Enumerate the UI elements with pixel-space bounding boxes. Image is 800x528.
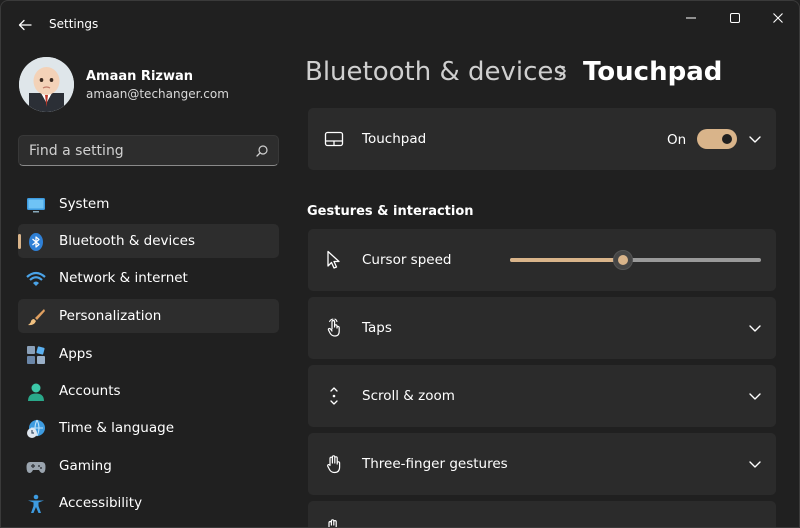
selected-indicator <box>18 234 21 249</box>
touchpad-icon <box>324 131 344 147</box>
slider-thumb[interactable] <box>612 250 633 270</box>
toggle-knob <box>722 134 732 144</box>
page-title: Touchpad <box>583 57 723 87</box>
chevron-right-icon <box>559 65 566 77</box>
taps-card[interactable]: Taps <box>308 297 776 359</box>
accounts-icon <box>28 383 44 401</box>
back-button[interactable] <box>11 11 39 39</box>
sidebar-item-label: System <box>59 196 110 212</box>
accessibility-icon <box>28 494 44 513</box>
sidebar-item-personalization[interactable]: Personalization <box>18 299 279 333</box>
sidebar-item-apps[interactable]: Apps <box>18 337 279 371</box>
app-title: Settings <box>49 17 99 31</box>
time-language-icon <box>27 419 45 438</box>
search-placeholder: Find a setting <box>29 143 124 159</box>
hand-icon <box>328 519 337 527</box>
sidebar-item-accounts[interactable]: Accounts <box>18 374 279 408</box>
close-button[interactable] <box>758 7 798 29</box>
touchpad-toggle[interactable] <box>697 129 737 149</box>
scroll-zoom-label: Scroll & zoom <box>362 388 455 404</box>
scroll-icon <box>330 387 338 405</box>
brush-icon <box>28 309 45 326</box>
touchpad-card[interactable]: Touchpad On <box>308 108 776 170</box>
search-icon[interactable] <box>255 144 269 158</box>
chevron-down-icon[interactable] <box>748 389 762 403</box>
touchpad-label: Touchpad <box>362 131 427 147</box>
gamepad-icon <box>26 462 46 473</box>
back-arrow-icon <box>18 19 32 31</box>
sidebar-item-label: Network & internet <box>59 270 188 286</box>
bluetooth-icon <box>29 233 43 251</box>
sidebar-item-label: Personalization <box>59 308 162 324</box>
wifi-icon <box>26 271 46 286</box>
scroll-zoom-card[interactable]: Scroll & zoom <box>308 365 776 427</box>
sidebar-item-label: Apps <box>59 346 93 362</box>
breadcrumb-parent[interactable]: Bluetooth & devices <box>305 57 567 87</box>
sidebar-item-time-language[interactable]: Time & language <box>18 411 279 445</box>
chevron-down-icon[interactable] <box>748 132 762 146</box>
tap-hand-icon <box>327 318 340 337</box>
sidebar-item-network[interactable]: Network & internet <box>18 261 279 295</box>
close-icon <box>773 13 783 23</box>
sidebar-item-label: Gaming <box>59 458 112 474</box>
sidebar-item-gaming[interactable]: Gaming <box>18 449 279 483</box>
slider-fill <box>510 258 623 262</box>
cursor-speed-slider[interactable] <box>510 250 761 270</box>
sidebar-item-system[interactable]: System <box>18 187 279 221</box>
taps-label: Taps <box>362 320 392 336</box>
cursor-icon <box>327 250 340 269</box>
search-input[interactable]: Find a setting <box>18 135 279 166</box>
sidebar-item-label: Time & language <box>59 420 175 436</box>
chevron-down-icon[interactable] <box>748 321 762 335</box>
sidebar-item-label: Accessibility <box>59 495 143 511</box>
title-bar: Settings <box>1 1 799 47</box>
chevron-down-icon[interactable] <box>748 457 762 471</box>
settings-window: Settings Amaan Rizwan amaan@techanger.co… <box>0 0 800 528</box>
user-name: Amaan Rizwan <box>86 69 194 84</box>
maximize-button[interactable] <box>715 7 755 29</box>
apps-icon <box>27 346 45 364</box>
user-email: amaan@techanger.com <box>86 87 229 101</box>
minimize-button[interactable] <box>671 7 711 29</box>
maximize-icon <box>730 13 740 23</box>
avatar[interactable] <box>19 57 74 112</box>
four-finger-gestures-card[interactable] <box>308 501 776 527</box>
minimize-icon <box>686 17 696 19</box>
baby-avatar-icon <box>19 57 74 112</box>
cursor-speed-card: Cursor speed <box>308 229 776 291</box>
sidebar-item-label: Bluetooth & devices <box>59 233 196 249</box>
toggle-state-label: On <box>667 132 687 148</box>
three-finger-gestures-card[interactable]: Three-finger gestures <box>308 433 776 495</box>
cursor-speed-label: Cursor speed <box>362 252 452 268</box>
sidebar-item-bluetooth[interactable]: Bluetooth & devices <box>18 224 279 258</box>
hand-icon <box>327 455 341 474</box>
system-icon <box>27 198 45 213</box>
sidebar-item-label: Accounts <box>59 383 121 399</box>
section-heading: Gestures & interaction <box>307 204 474 219</box>
three-finger-gestures-label: Three-finger gestures <box>362 456 508 472</box>
sidebar-item-accessibility[interactable]: Accessibility <box>18 486 279 520</box>
